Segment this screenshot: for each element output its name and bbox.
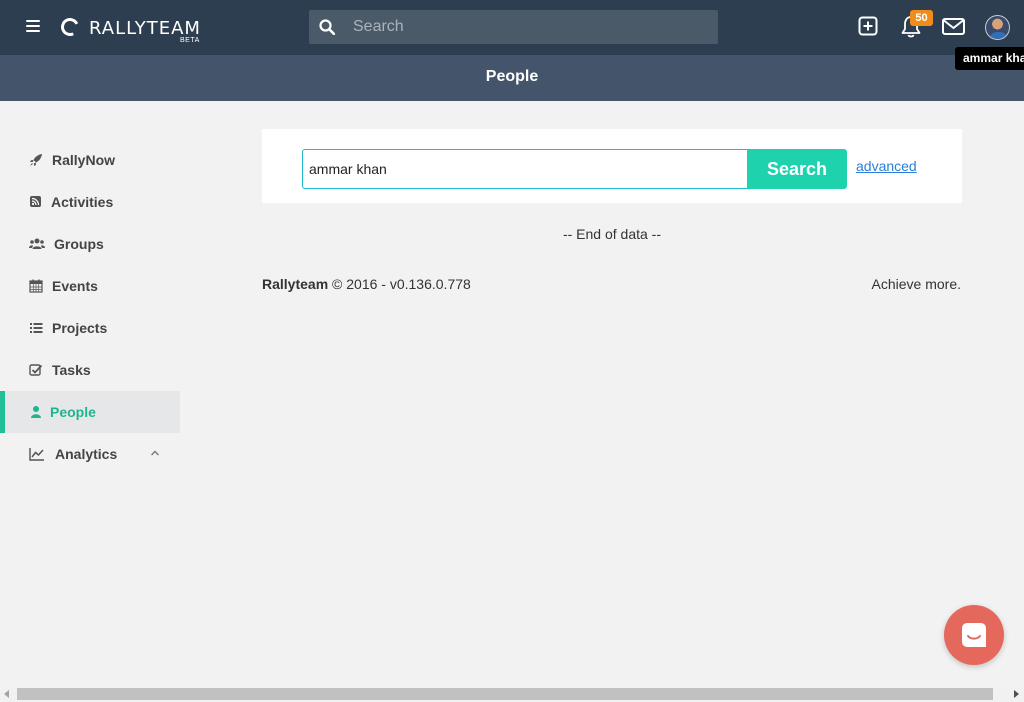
footer-brand: Rallyteam	[262, 276, 329, 292]
avatar-tooltip: ammar khan	[955, 47, 1024, 70]
sidebar-item-label: Analytics	[55, 446, 118, 462]
sidebar-item-people[interactable]: People	[0, 391, 180, 433]
people-search-input[interactable]	[302, 149, 748, 189]
footer-tagline: Achieve more.	[871, 276, 961, 292]
sidebar-item-analytics[interactable]: Analytics	[0, 433, 180, 475]
sidebar-item-label: Events	[52, 278, 98, 294]
beta-label: BETA	[180, 37, 200, 44]
user-icon	[31, 406, 41, 418]
menu-icon[interactable]	[26, 20, 40, 34]
global-search-input[interactable]	[353, 10, 713, 44]
chevron-up-icon[interactable]	[150, 449, 160, 457]
page-title: People	[485, 68, 539, 85]
logo-text: RALLYTEAM	[89, 18, 201, 39]
list-icon	[30, 323, 43, 333]
rocket-icon	[30, 154, 42, 166]
search-icon	[319, 19, 335, 35]
chat-launcher-button[interactable]	[944, 605, 1004, 665]
users-icon	[29, 238, 45, 249]
horizontal-scrollbar[interactable]	[0, 686, 1024, 702]
global-search	[309, 10, 718, 44]
sidebar-item-label: Projects	[52, 320, 108, 336]
sidebar-item-events[interactable]: Events	[0, 265, 180, 307]
sidebar-item-label: Tasks	[52, 362, 91, 378]
sidebar-item-projects[interactable]: Projects	[0, 307, 180, 349]
sidebar-item-groups[interactable]: Groups	[0, 223, 180, 265]
scroll-right-icon[interactable]	[1014, 690, 1019, 698]
advanced-search-link[interactable]: advanced	[856, 158, 917, 174]
top-navbar: RALLYTEAM BETA 50	[0, 0, 1024, 55]
end-of-data-text: -- End of data --	[562, 226, 662, 242]
sidebar-item-activities[interactable]: Activities	[0, 181, 180, 223]
notification-badge: 50	[910, 10, 933, 26]
user-avatar[interactable]	[985, 15, 1010, 40]
rss-icon	[30, 196, 41, 207]
footer-copyright: Rallyteam © 2016 - v0.136.0.778	[262, 276, 471, 292]
sidebar-nav: RallyNow Activities Groups Events Projec…	[0, 139, 180, 475]
page-header: People	[0, 55, 1024, 101]
sidebar-item-tasks[interactable]: Tasks	[0, 349, 180, 391]
sidebar-item-label: RallyNow	[52, 152, 116, 168]
plus-square-icon[interactable]	[856, 14, 882, 40]
scroll-left-icon[interactable]	[4, 690, 9, 698]
footer-version: © 2016 - v0.136.0.778	[332, 276, 471, 292]
sidebar-item-label: Groups	[54, 236, 104, 252]
line-chart-icon	[29, 448, 44, 461]
search-button[interactable]: Search	[747, 149, 847, 189]
envelope-icon[interactable]	[941, 14, 967, 40]
scrollbar-thumb[interactable]	[17, 688, 993, 700]
logo-ring-icon	[58, 15, 82, 39]
chat-icon	[962, 623, 986, 647]
sidebar-item-label: Activities	[51, 194, 114, 210]
calendar-icon	[29, 279, 43, 293]
sidebar-item-rallynow[interactable]: RallyNow	[0, 139, 180, 181]
checkbox-icon	[29, 364, 43, 376]
sidebar-item-label: People	[50, 404, 96, 420]
people-search-panel: Search advanced	[262, 129, 962, 203]
